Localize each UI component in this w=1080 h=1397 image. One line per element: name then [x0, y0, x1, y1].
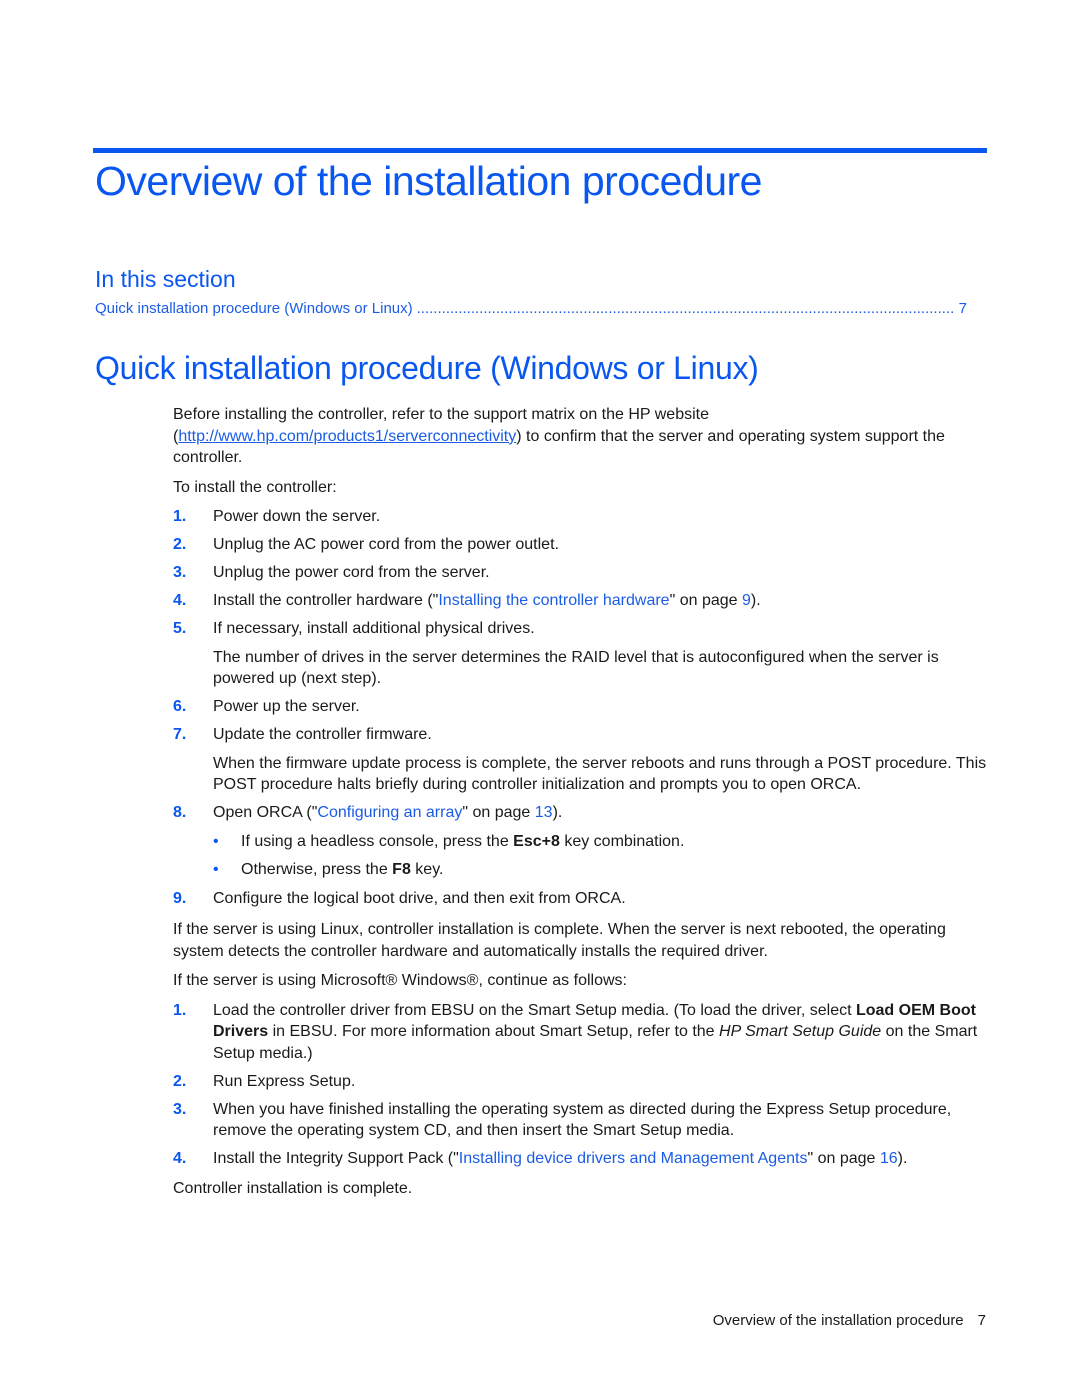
linux-note: If the server is using Linux, controller…	[173, 921, 946, 960]
step-item: 2. Run Express Setup.	[173, 1071, 988, 1093]
windows-intro: If the server is using Microsoft® Window…	[173, 972, 627, 989]
step-number: 6.	[173, 698, 187, 715]
step-text: Install the controller hardware ("	[213, 592, 439, 609]
step-text: " on page	[669, 592, 742, 609]
toc-entry-page[interactable]: 7	[959, 300, 967, 317]
step-item: 3. When you have finished installing the …	[173, 1099, 988, 1142]
step-number: 1.	[173, 508, 187, 525]
step-text: " on page	[807, 1150, 880, 1167]
step-text: Power up the server.	[213, 698, 360, 715]
key-combo: Esc+8	[513, 832, 560, 850]
configuring-array-link[interactable]: Configuring an array	[317, 804, 462, 821]
step-text: Run Express Setup.	[213, 1072, 356, 1090]
step-text: ).	[552, 804, 563, 821]
step-number: 5.	[173, 620, 187, 637]
step-item: 9. Configure the logical boot drive, and …	[173, 888, 988, 910]
step-item: 7. Update the controller firmware. When th…	[173, 724, 988, 796]
key-combo: F8	[392, 861, 411, 878]
step-number: 3.	[173, 1100, 187, 1118]
guide-title: HP Smart Setup Guide	[719, 1023, 882, 1040]
step-item: 6. Power up the server.	[173, 696, 988, 718]
closing-text: Controller installation is complete.	[173, 1179, 413, 1197]
bullet-item: • If using a headless console, press the …	[213, 831, 988, 853]
step-note: When the firmware update process is comp…	[213, 754, 987, 794]
windows-steps: 1. Load the controller driver from EBSU o…	[173, 1000, 988, 1170]
step-item: 5. If necessary, install additional physi…	[173, 618, 988, 690]
step-text: Unplug the power cord from the server.	[213, 564, 490, 581]
installing-controller-hardware-link[interactable]: Installing the controller hardware	[438, 592, 669, 609]
step-text: in EBSU. For more information about Smar…	[268, 1023, 720, 1040]
title-rule	[93, 148, 987, 153]
bullet-text: Otherwise, press the	[241, 861, 393, 878]
toc-entry[interactable]: Quick installation procedure (Windows or…	[95, 300, 967, 317]
bullet-text: key.	[410, 861, 444, 878]
step-number: 7.	[173, 726, 187, 743]
footer-label: Overview of the installation procedure	[712, 1312, 964, 1329]
orca-key-options: • If using a headless console, press the …	[213, 831, 988, 881]
page-link[interactable]: 13	[535, 804, 553, 821]
step-number: 2.	[173, 1072, 187, 1090]
step-item: 1. Power down the server.	[173, 506, 988, 528]
in-this-section-heading: In this section	[95, 266, 236, 292]
step-item: 1. Load the controller driver from EBSU o…	[173, 1000, 988, 1065]
page-footer: Overview of the installation procedure 7	[713, 1312, 986, 1329]
step-item: 4. Install the Integrity Support Pack ("I…	[173, 1148, 988, 1170]
section-heading: Quick installation procedure (Windows or…	[95, 350, 759, 386]
step-text: Power down the server.	[213, 508, 381, 525]
step-text: Configure the logical boot drive, and th…	[213, 889, 626, 907]
step-number: 8.	[173, 804, 187, 821]
bullet-icon: •	[213, 861, 219, 878]
step-text: Load the controller driver from EBSU on …	[213, 1001, 856, 1019]
step-text: ).	[750, 592, 761, 609]
hp-website-link[interactable]: http://www.hp.com/products1/serverconnec…	[178, 428, 516, 445]
bullet-icon: •	[213, 832, 219, 850]
step-text: When you have finished installing the op…	[213, 1100, 952, 1140]
step-text: Unplug the AC power cord from the power …	[213, 536, 559, 553]
step-item: 4. Install the controller hardware ("Inst…	[173, 590, 988, 612]
step-item: 8. Open ORCA ("Configuring an array" on p…	[173, 802, 988, 881]
toc-leader-dots	[417, 300, 955, 317]
step-item: 2. Unplug the AC power cord from the powe…	[173, 534, 988, 556]
page-link[interactable]: 16	[880, 1150, 898, 1167]
to-install-label: To install the controller:	[173, 478, 337, 496]
step-text: " on page	[462, 804, 535, 821]
install-steps: 1. Power down the server. 2. Unplug the AC…	[173, 506, 988, 909]
toc-entry-label[interactable]: Quick installation procedure (Windows or…	[95, 300, 413, 317]
step-number: 4.	[173, 1150, 187, 1167]
step-text: Open ORCA ("	[213, 804, 318, 821]
footer-page-number: 7	[977, 1312, 986, 1329]
step-number: 3.	[173, 564, 187, 581]
bullet-text: key combination.	[559, 832, 685, 850]
intro-paragraph: Before installing the controller, refer …	[173, 404, 988, 469]
step-number: 9.	[173, 889, 187, 907]
step-note: The number of drives in the server deter…	[213, 648, 939, 688]
step-text: Update the controller firmware.	[213, 726, 432, 743]
section-body: Before installing the controller, refer …	[173, 404, 988, 1207]
step-number: 1.	[173, 1001, 187, 1019]
installing-drivers-link[interactable]: Installing device drivers and Management…	[459, 1150, 808, 1167]
page-title: Overview of the installation procedure	[95, 158, 762, 204]
page-link[interactable]: 9	[742, 592, 751, 609]
step-text: If necessary, install additional physica…	[213, 620, 535, 637]
step-item: 3. Unplug the power cord from the server.	[173, 562, 988, 584]
step-text: Install the Integrity Support Pack ("	[213, 1150, 459, 1167]
bullet-text: If using a headless console, press the	[241, 832, 514, 850]
step-number: 4.	[173, 592, 187, 609]
bullet-item: • Otherwise, press the F8 key.	[213, 859, 988, 881]
step-text: ).	[897, 1150, 908, 1167]
step-number: 2.	[173, 536, 187, 553]
